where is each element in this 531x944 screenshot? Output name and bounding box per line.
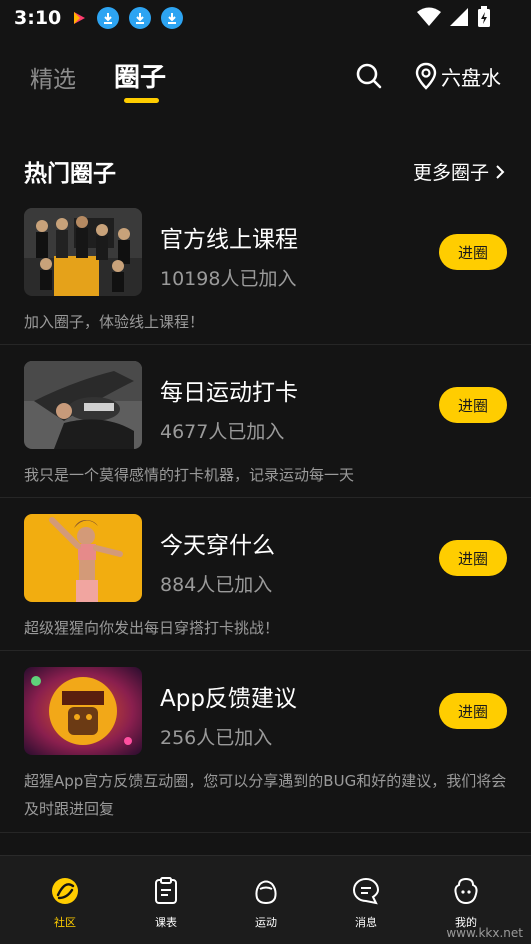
section-title: 热门圈子 [24, 161, 116, 187]
tab-jingxuan[interactable]: 精选 [30, 60, 76, 94]
circle-thumbnail [24, 208, 142, 296]
circle-description: 超猩App官方反馈互动圈，您可以分享遇到的BUG和好的建议，我们将会及时跟进回复 [24, 772, 507, 818]
system-icons [417, 6, 491, 28]
status-time: 3:10 [14, 7, 62, 29]
notification-icons [71, 7, 184, 29]
circle-thumbnail [24, 514, 142, 602]
message-icon [352, 877, 380, 905]
tab-label: 消息 [355, 916, 377, 929]
circle-name: 官方线上课程 [160, 227, 298, 253]
download-icon [97, 7, 120, 29]
battery-icon [478, 6, 490, 27]
join-circle-button[interactable]: 进圈 [439, 234, 507, 270]
search-icon [356, 63, 382, 89]
circle-thumbnail [24, 361, 142, 449]
watermark: www.kkx.net [446, 926, 523, 940]
tab-community[interactable]: 社区 [35, 876, 95, 930]
circle-list: 官方线上课程 10198人已加入 进圈 加入圈子，体验线上课程！ 每日运动打卡 … [0, 192, 531, 833]
profile-icon [454, 877, 478, 905]
download-icon [161, 7, 184, 29]
member-count: 10198人已加入 [160, 268, 297, 290]
circle-description: 超级猩猩向你发出每日穿搭打卡挑战！ [24, 619, 280, 637]
chevron-right-icon [496, 164, 505, 179]
circle-name: 每日运动打卡 [160, 380, 298, 406]
circle-thumbnail [24, 667, 142, 755]
signal-icon [450, 8, 468, 26]
section-header: 热门圈子 更多圈子 [24, 154, 507, 188]
member-count: 256人已加入 [160, 727, 273, 749]
circle-name: App反馈建议 [160, 686, 297, 712]
location-selector[interactable]: 六盘水 [415, 60, 501, 92]
tab-sport[interactable]: 运动 [236, 876, 296, 930]
location-pin-icon [415, 62, 437, 90]
tab-quanzi[interactable]: 圈子 [114, 57, 166, 94]
list-item[interactable]: 每日运动打卡 4677人已加入 进圈 我只是一个莫得感情的打卡机器，记录运动每一… [0, 345, 531, 498]
sport-icon [255, 880, 277, 905]
tab-message[interactable]: 消息 [336, 876, 396, 930]
join-circle-button[interactable]: 进圈 [439, 387, 507, 423]
top-nav: 精选 圈子 六盘水 [0, 56, 531, 106]
wifi-icon [417, 7, 441, 26]
tab-label: 运动 [255, 916, 277, 929]
circle-description: 我只是一个莫得感情的打卡机器，记录运动每一天 [24, 466, 355, 484]
circle-description: 加入圈子，体验线上课程！ [24, 313, 205, 331]
tab-schedule[interactable]: 课表 [136, 876, 196, 930]
tab-label: 课表 [155, 916, 177, 929]
download-icon [129, 7, 152, 29]
bottom-tab-bar: 社区 课表 运动 消息 我的 www.kkx.net [0, 855, 531, 944]
list-item[interactable]: App反馈建议 256人已加入 进圈 超猩App官方反馈互动圈，您可以分享遇到的… [0, 651, 531, 833]
join-circle-button[interactable]: 进圈 [439, 693, 507, 729]
tab-label: 社区 [54, 916, 76, 929]
tab-profile[interactable]: 我的 [436, 876, 496, 930]
more-circles-link[interactable]: 更多圈子 [413, 158, 507, 185]
search-button[interactable] [355, 62, 383, 90]
member-count: 4677人已加入 [160, 421, 285, 443]
member-count: 884人已加入 [160, 574, 273, 596]
more-circles-label: 更多圈子 [412, 162, 489, 184]
circle-name: 今天穿什么 [160, 533, 275, 559]
list-item[interactable]: 官方线上课程 10198人已加入 进圈 加入圈子，体验线上课程！ [0, 192, 531, 345]
location-label: 六盘水 [441, 65, 501, 90]
list-item[interactable]: 今天穿什么 884人已加入 进圈 超级猩猩向你发出每日穿搭打卡挑战！ [0, 498, 531, 651]
status-bar: 3:10 [0, 0, 531, 36]
community-icon [52, 878, 78, 904]
schedule-icon [155, 877, 177, 904]
join-circle-button[interactable]: 进圈 [439, 540, 507, 576]
active-tab-indicator [124, 98, 159, 103]
video-app-icon [74, 12, 86, 24]
